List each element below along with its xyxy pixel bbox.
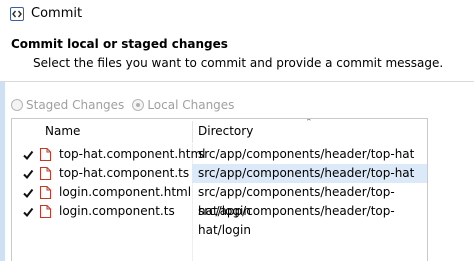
checkmark-icon[interactable] [22, 168, 34, 180]
title-bar: Commit [0, 0, 474, 32]
radio-selected-icon [132, 99, 145, 111]
dialog-header: Commit local or staged changes Select th… [0, 32, 474, 82]
local-changes-radio[interactable]: Local Changes [132, 98, 234, 112]
sort-ascending-icon: ⌃ [305, 118, 313, 128]
change-mode-group: Staged Changes Local Changes [11, 97, 242, 113]
file-directory: src/app/components/header/top-hat [198, 147, 415, 161]
table-row[interactable]: top-hat.component.ts src/app/components/… [12, 164, 427, 183]
checkmark-icon[interactable] [22, 187, 34, 199]
file-directory: src/app/components/header/top-hat [192, 164, 427, 183]
checkmark-icon[interactable] [22, 149, 34, 161]
file-name: login.component.ts [59, 204, 175, 218]
file-directory: src/app/components/header/top-hat/login [198, 185, 395, 218]
column-header-directory[interactable]: Directory [198, 119, 253, 144]
table-header: Name Directory ⌃ [12, 119, 427, 144]
column-divider[interactable] [192, 121, 193, 143]
local-changes-label: Local Changes [147, 98, 235, 112]
file-icon [40, 167, 51, 180]
table-row[interactable]: login.component.ts src/app/components/he… [12, 202, 427, 237]
staged-changes-label: Staged Changes [26, 98, 125, 112]
file-icon [40, 205, 51, 218]
table-row[interactable]: top-hat.component.html src/app/component… [12, 145, 427, 164]
changed-files-table: Name Directory ⌃ top-hat.component.html … [11, 118, 428, 261]
table-row[interactable]: login.component.html src/app/components/… [12, 183, 427, 218]
file-directory: src/app/components/header/top-hat/login [198, 204, 395, 237]
dialog-heading: Commit local or staged changes [11, 37, 228, 51]
dialog-description: Select the files you want to commit and … [33, 56, 444, 70]
column-header-name[interactable]: Name [45, 119, 80, 144]
radio-circle-icon [11, 99, 23, 111]
window-title: Commit [31, 6, 83, 21]
file-icon [40, 148, 51, 161]
checkmark-icon[interactable] [22, 206, 34, 218]
file-name: top-hat.component.html [59, 147, 206, 161]
file-name: login.component.html [59, 185, 192, 199]
file-icon [40, 186, 51, 199]
left-accent-strip [0, 82, 5, 261]
file-name: top-hat.component.ts [59, 166, 190, 180]
staged-changes-radio[interactable]: Staged Changes [11, 98, 124, 112]
commit-app-icon [10, 7, 24, 21]
